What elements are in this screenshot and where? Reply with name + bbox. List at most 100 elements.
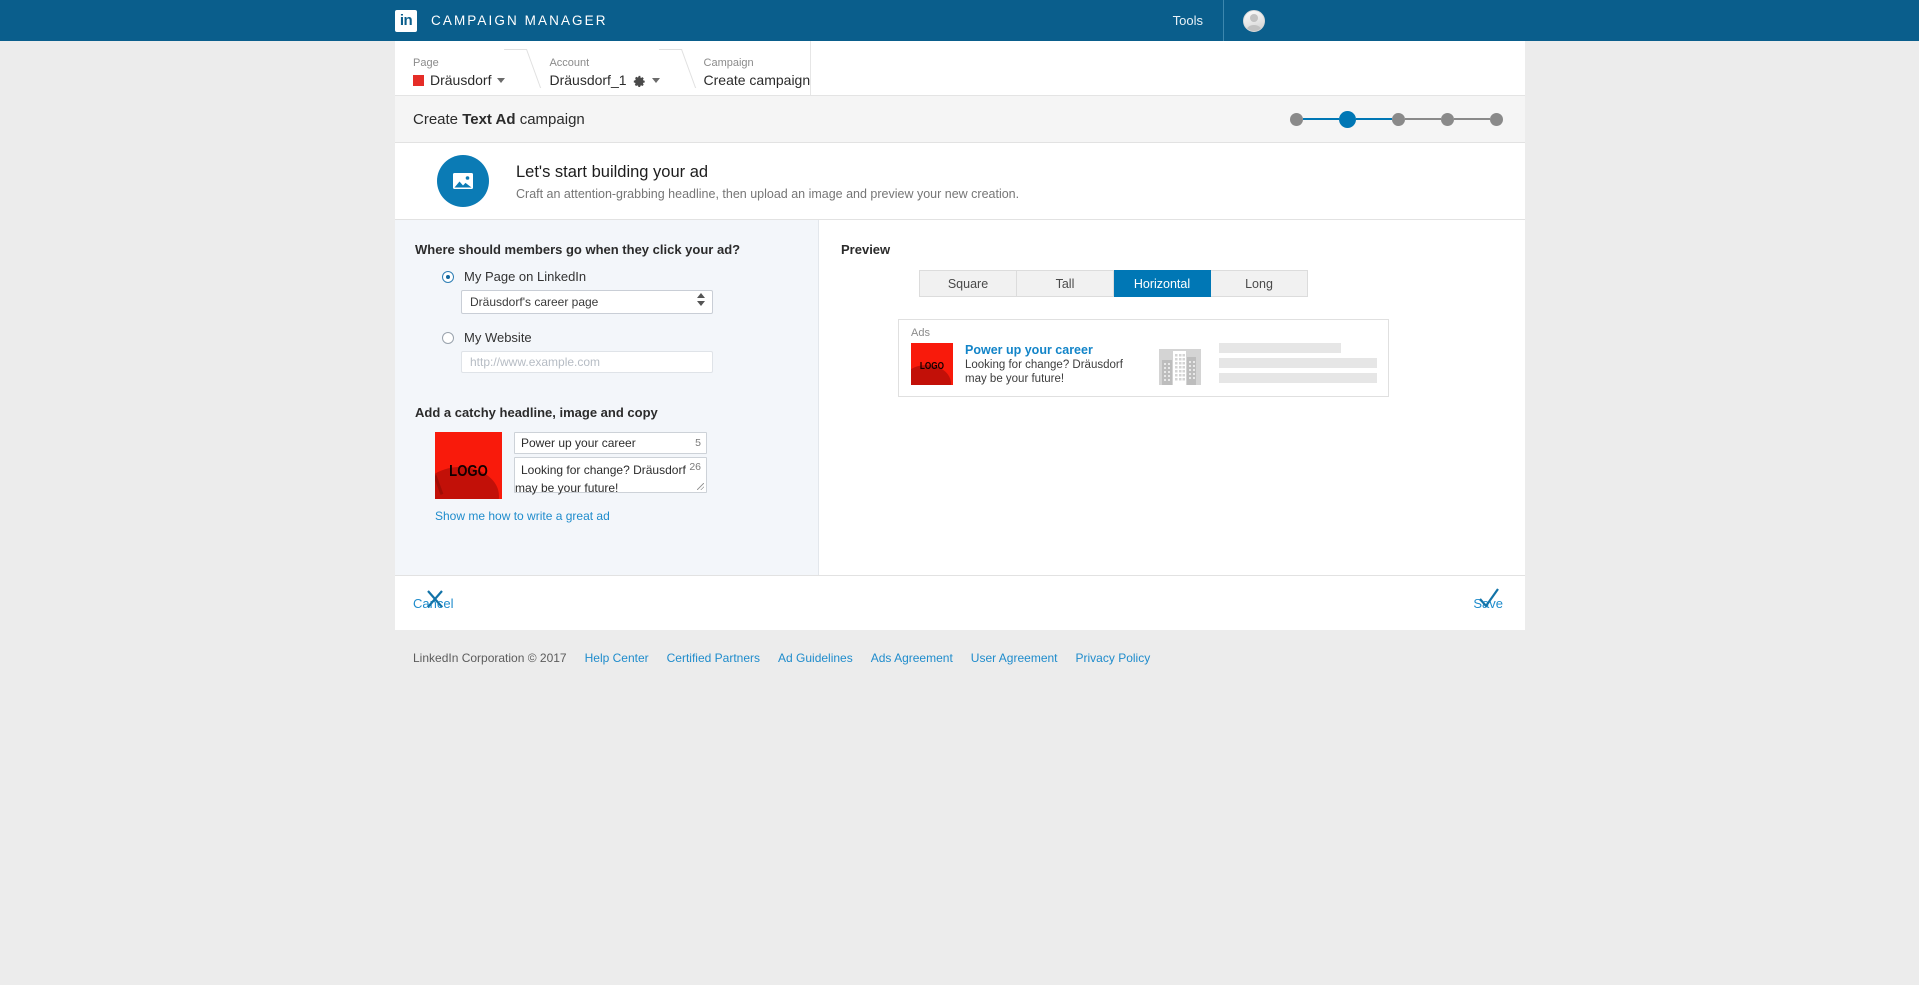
- topnav-right-group: Tools: [1173, 0, 1265, 41]
- creative-section: Add a catchy headline, image and copy LO…: [415, 405, 818, 523]
- breadcrumb-item-campaign[interactable]: Campaign Create campaign: [686, 41, 811, 95]
- step-connector: [1454, 118, 1490, 120]
- preview-tab-long[interactable]: Long: [1211, 270, 1308, 297]
- step-connector: [1356, 118, 1392, 120]
- stepper-up-icon[interactable]: [697, 293, 705, 298]
- preview-format-tabs: Square Tall Horizontal Long: [919, 270, 1308, 297]
- logo-text: LOGO: [449, 463, 488, 480]
- step-dot-1[interactable]: [1290, 112, 1303, 126]
- preview-title: Preview: [841, 242, 891, 257]
- breadcrumb-filler: [810, 41, 1525, 95]
- select-stepper-icon[interactable]: [697, 293, 705, 306]
- ad-preview-logo-text: LOGO: [919, 361, 945, 372]
- tools-link[interactable]: Tools: [1173, 13, 1223, 28]
- avatar[interactable]: [1243, 9, 1265, 32]
- cancel-button[interactable]: Cancel: [413, 589, 453, 611]
- preview-panel: Preview Square Tall Horizontal Long Ads LOG…: [819, 220, 1525, 575]
- app-title: CAMPAIGN MANAGER: [431, 13, 608, 28]
- form-actions-bar: Cancel Save: [395, 575, 1525, 630]
- form-preview-row: Where should members go when they click …: [395, 220, 1525, 575]
- radio-option-my-page[interactable]: My Page on LinkedIn: [442, 269, 818, 284]
- ad-preview-logo: LOGO: [911, 343, 953, 385]
- body-copy-field[interactable]: Looking for change? Dräusdorf may be you…: [514, 457, 707, 495]
- breadcrumb-item-account[interactable]: Account Dräusdorf_1: [531, 41, 660, 95]
- breadcrumb-account-value: Dräusdorf_1: [549, 72, 627, 88]
- career-page-select[interactable]: Dräusdorf's career page: [461, 290, 713, 314]
- hero-title: Let's start building your ad: [516, 162, 709, 181]
- radio-my-page-input[interactable]: [442, 270, 454, 283]
- hero-banner: Let's start building your ad Craft an at…: [395, 143, 1525, 220]
- page-title-suffix: campaign: [515, 110, 585, 128]
- chevron-down-icon[interactable]: [651, 77, 660, 83]
- write-great-ad-link[interactable]: Show me how to write a great ad: [435, 509, 818, 523]
- breadcrumb: Page Dräusdorf Account Dräusdorf_1 Campa…: [395, 41, 1525, 96]
- footer-link-ad-guidelines[interactable]: Ad Guidelines: [778, 651, 853, 665]
- breadcrumb-separator: [660, 41, 686, 95]
- page-body: Page Dräusdorf Account Dräusdorf_1 Campa…: [0, 41, 1919, 985]
- nav-divider: [1223, 0, 1224, 41]
- ad-preview-card: Ads LOGO Power up your career Looking fo…: [898, 319, 1389, 397]
- hero-subtitle: Craft an attention-grabbing headline, th…: [516, 186, 1020, 201]
- image-icon: [437, 155, 489, 207]
- breadcrumb-separator: [505, 41, 531, 95]
- cancel-x-marker: [427, 589, 443, 608]
- step-dot-3[interactable]: [1392, 112, 1405, 126]
- preview-tab-square[interactable]: Square: [919, 270, 1017, 297]
- placeholder-bar: [1219, 343, 1341, 353]
- textarea-resize-handle[interactable]: [697, 483, 704, 490]
- footer-link-certified-partners[interactable]: Certified Partners: [667, 651, 760, 665]
- step-connector: [1303, 118, 1339, 120]
- hero-text-group: Let's start building your ad Craft an at…: [516, 161, 1019, 202]
- creative-inputs-row: LOGO Power up your career 5 Looking for …: [435, 432, 818, 499]
- top-navigation-bar: in CAMPAIGN MANAGER Tools: [0, 0, 1919, 41]
- footer-link-privacy-policy[interactable]: Privacy Policy: [1076, 651, 1151, 665]
- step-dot-2[interactable]: [1339, 110, 1356, 128]
- ad-logo-upload[interactable]: LOGO: [435, 432, 502, 499]
- breadcrumb-item-page[interactable]: Page Dräusdorf: [395, 41, 506, 95]
- career-page-select-value: Dräusdorf's career page: [470, 295, 599, 309]
- stepper-down-icon[interactable]: [697, 301, 705, 306]
- radio-my-page-label: My Page on LinkedIn: [464, 269, 587, 284]
- headline-value: Power up your career: [521, 435, 636, 450]
- radio-my-website-input[interactable]: [442, 331, 454, 344]
- page-footer: LinkedIn Corporation © 2017 Help Center C…: [395, 651, 1525, 665]
- headline-field[interactable]: Power up your career 5: [514, 432, 707, 454]
- footer-link-user-agreement[interactable]: User Agreement: [971, 651, 1058, 665]
- placeholder-bar: [1219, 373, 1377, 383]
- building-icon: [1159, 343, 1201, 385]
- linkedin-logo-icon[interactable]: in: [395, 9, 417, 32]
- ad-preview-headline[interactable]: Power up your career: [965, 343, 1145, 358]
- footer-link-help-center[interactable]: Help Center: [585, 651, 649, 665]
- page-title: Create Text Ad campaign: [413, 111, 585, 128]
- preview-tab-tall[interactable]: Tall: [1017, 270, 1114, 297]
- radio-option-my-website[interactable]: My Website: [442, 330, 818, 345]
- step-dot-4[interactable]: [1441, 112, 1454, 126]
- creative-text-fields: Power up your career 5 Looking for chang…: [514, 432, 707, 499]
- radio-my-website-label: My Website: [464, 330, 532, 345]
- placeholder-text-bars: [1219, 343, 1377, 388]
- campaign-header-bar: Create Text Ad campaign: [395, 96, 1525, 143]
- content-container: Page Dräusdorf Account Dräusdorf_1 Campa…: [395, 41, 1525, 665]
- page-title-type: Text Ad: [462, 110, 516, 128]
- body-copy-value: Looking for change? Dräusdorf may be you…: [515, 463, 686, 495]
- breadcrumb-campaign-value: Create campaign: [703, 72, 811, 88]
- headline-char-counter: 5: [695, 437, 701, 449]
- ad-preview-row: LOGO Power up your career Looking for ch…: [911, 343, 1378, 388]
- breadcrumb-page-label: Page: [413, 57, 439, 69]
- creative-section-title: Add a catchy headline, image and copy: [415, 405, 658, 420]
- ad-preview-copy: Power up your career Looking for change?…: [965, 343, 1145, 386]
- ad-preview-placeholder-group: [1159, 343, 1377, 388]
- website-url-input[interactable]: http://www.example.com: [461, 351, 713, 373]
- breadcrumb-account-label: Account: [549, 57, 590, 69]
- gear-icon[interactable]: [633, 74, 646, 87]
- preview-tab-horizontal[interactable]: Horizontal: [1114, 270, 1211, 297]
- chevron-down-icon[interactable]: [497, 77, 506, 83]
- breadcrumb-page-value: Dräusdorf: [430, 72, 492, 88]
- ads-label: Ads: [911, 327, 930, 339]
- save-button[interactable]: Save: [1473, 587, 1503, 611]
- copyright-text: LinkedIn Corporation © 2017: [413, 651, 567, 665]
- breadcrumb-account-value-row: Dräusdorf_1: [549, 71, 660, 89]
- career-page-select-wrap: Dräusdorf's career page: [461, 290, 713, 314]
- footer-link-ads-agreement[interactable]: Ads Agreement: [871, 651, 953, 665]
- step-dot-5[interactable]: [1490, 112, 1503, 126]
